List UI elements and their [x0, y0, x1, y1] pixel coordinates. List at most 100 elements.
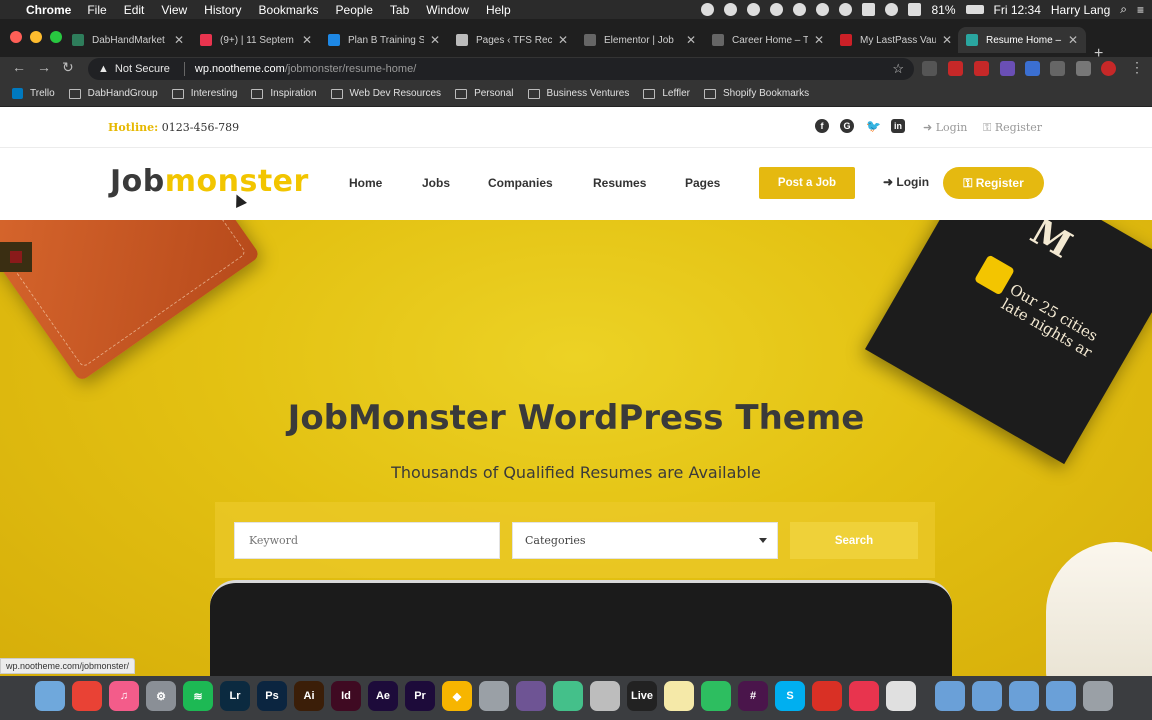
back-icon[interactable]: ← [12, 59, 26, 75]
after-effects-icon[interactable]: Ae [368, 681, 398, 711]
atom-icon[interactable] [553, 681, 583, 711]
bookmark-folder-shopify[interactable]: Shopify Bookmarks [703, 88, 809, 99]
nav-resumes[interactable]: Resumes [593, 176, 646, 190]
slack-icon[interactable]: # [738, 681, 768, 711]
indesign-icon[interactable]: Id [331, 681, 361, 711]
filezilla-icon[interactable] [812, 681, 842, 711]
bookmark-trello[interactable]: Trello [12, 88, 55, 99]
spotify-icon[interactable]: ≋ [183, 681, 213, 711]
extension-lastpass-icon[interactable] [948, 61, 963, 76]
bookmark-folder-interesting[interactable]: Interesting [171, 88, 237, 99]
tab-lastpass[interactable]: My LastPass Vau ✕ [832, 27, 960, 53]
tab-career-home[interactable]: Career Home – T ✕ [704, 27, 832, 53]
wifi-icon[interactable] [885, 3, 899, 16]
warning-icon[interactable]: ▲ [98, 63, 109, 75]
nav-jobs[interactable]: Jobs [422, 176, 450, 190]
browser-menu-icon[interactable]: ⋮ [1130, 59, 1144, 76]
applications-folder-icon[interactable] [935, 681, 965, 711]
tab-close-icon[interactable]: ✕ [302, 33, 312, 47]
menu-people[interactable]: People [336, 3, 373, 17]
status-icon-1[interactable] [701, 3, 715, 16]
chrome-icon[interactable] [72, 681, 102, 711]
bookmark-folder-business-ventures[interactable]: Business Ventures [527, 88, 629, 99]
menu-help[interactable]: Help [486, 3, 511, 17]
tab-close-icon[interactable]: ✕ [686, 33, 696, 47]
notes-icon[interactable] [664, 681, 694, 711]
reload-icon[interactable]: ↻ [62, 59, 74, 76]
status-icon-4[interactable] [793, 3, 807, 16]
illustrator-icon[interactable]: Ai [294, 681, 324, 711]
menu-window[interactable]: Window [426, 3, 469, 17]
linkedin-icon[interactable]: in [891, 119, 905, 133]
menu-view[interactable]: View [161, 3, 187, 17]
status-icon-3[interactable] [770, 3, 784, 16]
menu-bookmarks[interactable]: Bookmarks [259, 3, 319, 17]
forward-icon[interactable]: → [37, 59, 51, 75]
header-login-link[interactable]: ➜ Login [883, 175, 929, 189]
photoshop-icon[interactable]: Ps [257, 681, 287, 711]
battery-icon[interactable] [965, 5, 984, 14]
header-register-button[interactable]: ⚿ Register [943, 167, 1044, 199]
menu-tab[interactable]: Tab [390, 3, 409, 17]
ableton-live-icon[interactable]: Live [627, 681, 657, 711]
tab-close-icon[interactable]: ✕ [1068, 33, 1078, 47]
trash-icon[interactable] [1083, 681, 1113, 711]
tab-pages[interactable]: Pages ‹ TFS Rec ✕ [448, 27, 576, 53]
twitter-icon[interactable]: 🐦 [866, 119, 881, 133]
status-icon-2[interactable] [724, 3, 738, 16]
time-machine-icon[interactable] [839, 3, 853, 16]
stack-folder-icon[interactable] [1046, 681, 1076, 711]
bookmark-folder-leffler[interactable]: Leffler [643, 88, 690, 99]
clock[interactable]: Fri 12:34 [994, 3, 1041, 17]
itunes-icon[interactable]: ♫ [109, 681, 139, 711]
close-window-button[interactable] [10, 31, 22, 43]
finder-icon[interactable] [35, 681, 65, 711]
extension-f-icon[interactable] [922, 61, 937, 76]
categories-select[interactable]: Categories [512, 522, 778, 559]
menu-edit[interactable]: Edit [124, 3, 145, 17]
user-name[interactable]: Harry Lang [1051, 3, 1110, 17]
bookmark-star-icon[interactable]: ☆ [892, 61, 904, 77]
tab-resume-home[interactable]: Resume Home – ✕ [958, 27, 1086, 53]
lightroom-icon[interactable]: Lr [220, 681, 250, 711]
cloud-icon[interactable] [747, 3, 761, 16]
extension-window-icon[interactable] [1050, 61, 1065, 76]
tab-close-icon[interactable]: ✕ [558, 33, 568, 47]
tab-notifications[interactable]: (9+) | 11 Septem ✕ [192, 27, 320, 53]
menu-app-name[interactable]: Chrome [26, 3, 71, 17]
sketch-icon[interactable]: ◆ [442, 681, 472, 711]
documents-folder-icon[interactable] [972, 681, 1002, 711]
lasso-icon[interactable] [849, 681, 879, 711]
site-logo[interactable]: Jobmonster [110, 164, 309, 199]
premiere-icon[interactable]: Pr [405, 681, 435, 711]
status-icon-5[interactable] [816, 3, 830, 16]
tab-close-icon[interactable]: ✕ [174, 33, 184, 47]
tab-close-icon[interactable]: ✕ [430, 33, 440, 47]
minimize-window-button[interactable] [30, 31, 42, 43]
menu-file[interactable]: File [87, 3, 106, 17]
extension-todo-icon[interactable] [974, 61, 989, 76]
top-register-link[interactable]: ⚿ Register [983, 121, 1042, 135]
side-widget[interactable] [0, 242, 32, 272]
system-preferences-icon[interactable]: ⚙ [146, 681, 176, 711]
skype-icon[interactable]: S [775, 681, 805, 711]
security-label[interactable]: Not Secure [115, 63, 170, 75]
bookmark-folder-personal[interactable]: Personal [455, 88, 514, 99]
bookmark-folder-inspiration[interactable]: Inspiration [251, 88, 317, 99]
top-login-link[interactable]: ➜ Login [923, 121, 967, 134]
tab-dabhandmarket[interactable]: DabHandMarket ✕ [64, 27, 192, 53]
profile-avatar[interactable] [1101, 61, 1116, 76]
control-center-icon[interactable]: ≡ [1137, 3, 1144, 17]
evernote-icon[interactable] [701, 681, 731, 711]
bookmark-folder-web-dev[interactable]: Web Dev Resources [330, 88, 441, 99]
sequel-pro-icon[interactable] [479, 681, 509, 711]
battery-percent[interactable]: 81% [931, 3, 955, 17]
nav-home[interactable]: Home [349, 176, 382, 190]
facebook-icon[interactable]: f [815, 119, 829, 133]
search-button[interactable]: Search [790, 522, 918, 559]
menu-history[interactable]: History [204, 3, 241, 17]
zoom-window-button[interactable] [50, 31, 62, 43]
volume-icon[interactable] [908, 3, 922, 16]
tab-close-icon[interactable]: ✕ [942, 33, 952, 47]
spotlight-icon[interactable]: ⌕ [1120, 2, 1127, 17]
